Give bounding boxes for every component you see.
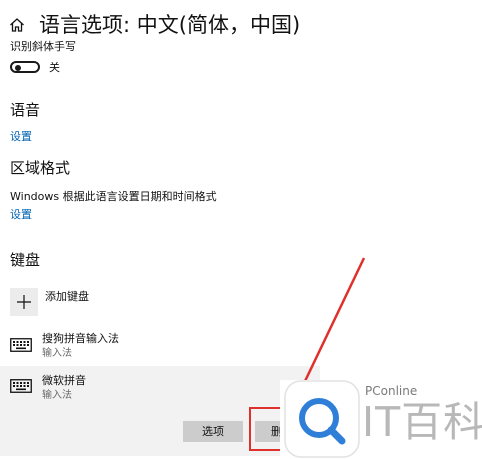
options-button[interactable]: 选项 bbox=[183, 421, 243, 442]
keyboard-icon bbox=[10, 337, 32, 352]
keyboard-item-name[interactable]: 微软拼音 bbox=[42, 374, 86, 388]
toggle-state-label: 关 bbox=[49, 61, 60, 74]
speech-settings-link[interactable]: 设置 bbox=[10, 130, 32, 144]
page-title: 语言选项: 中文(简体，中国) bbox=[39, 13, 301, 37]
keyboard-heading: 键盘 bbox=[10, 251, 41, 269]
keyboard-icon bbox=[10, 378, 32, 393]
add-keyboard-label[interactable]: 添加键盘 bbox=[45, 290, 89, 304]
keyboard-item-type: 输入法 bbox=[42, 390, 72, 401]
handwriting-toggle[interactable] bbox=[10, 61, 40, 73]
keyboard-item-type: 输入法 bbox=[42, 348, 72, 359]
keyboard-item-name[interactable]: 搜狗拼音输入法 bbox=[42, 332, 119, 346]
plus-icon bbox=[17, 295, 31, 309]
home-icon[interactable] bbox=[9, 17, 25, 33]
add-keyboard-button[interactable] bbox=[10, 288, 38, 316]
handwriting-label: 识别斜体手写 bbox=[10, 40, 76, 53]
speech-heading: 语音 bbox=[10, 101, 41, 119]
language-options-page: 语言选项: 中文(简体，中国) 识别斜体手写 关 语音 设置 区域格式 Wind… bbox=[0, 0, 482, 459]
region-description: Windows 根据此语言设置日期和时间格式 bbox=[10, 190, 217, 203]
magnifier-logo-icon bbox=[282, 378, 362, 459]
toggle-knob bbox=[15, 65, 21, 71]
region-heading: 区域格式 bbox=[10, 159, 71, 177]
watermark-big-text: IT百科 bbox=[362, 398, 482, 446]
region-settings-link[interactable]: 设置 bbox=[10, 208, 32, 222]
